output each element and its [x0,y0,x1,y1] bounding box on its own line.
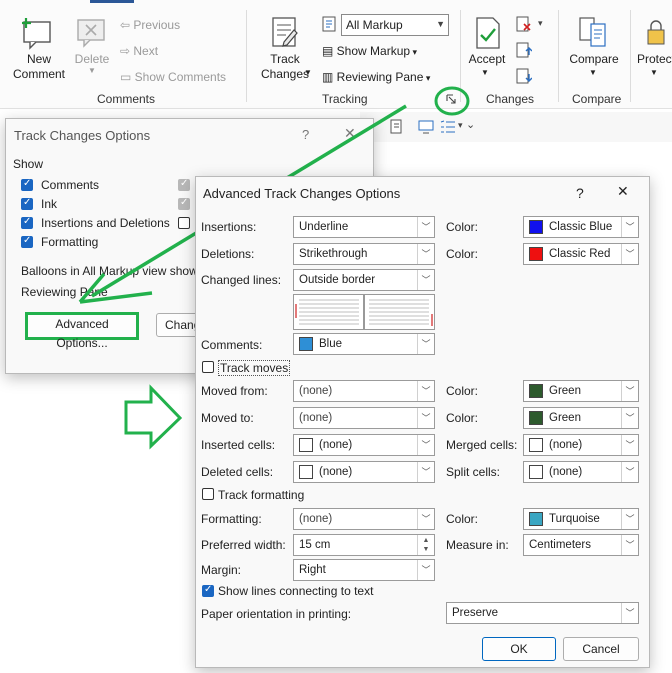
chevron-down-icon: ﹀ [621,435,638,455]
chevron-down-icon: ﹀ [417,435,434,455]
chevron-down-icon: ﹀ [417,560,434,580]
advanced-track-changes-dialog: Advanced Track Changes Options ? ✕ Inser… [195,176,650,668]
measure-in-select[interactable]: Centimeters ﹀ [523,534,639,556]
chevron-down-icon: ﹀ [417,408,434,428]
inserted-cells-label: Inserted cells: [201,438,276,452]
chevron-down-icon: ﹀ [417,381,434,401]
moved-to-color-select[interactable]: Green ﹀ [523,407,639,429]
moved-to-label: Moved to: [201,411,254,425]
close-icon[interactable]: ✕ [617,183,629,200]
show-lines-label: Show lines connecting to text [218,584,374,598]
moved-from-color-label: Color: [446,384,479,398]
color-swatch [529,511,543,526]
chevron-down-icon: ﹀ [621,535,638,555]
track-moves-checkbox[interactable] [202,361,214,373]
color-swatch [529,219,543,234]
moved-to-select[interactable]: (none) ﹀ [293,407,435,429]
spinner-icon[interactable]: ▲ ▼ [417,535,434,555]
chevron-down-icon: ﹀ [417,270,434,290]
cancel-button[interactable]: Cancel [563,637,639,661]
insertions-label: Insertions: [201,220,257,234]
track-formatting-label: Track formatting [218,488,305,502]
insertions-select[interactable]: Underline ﹀ [293,216,435,238]
paper-orientation-select[interactable]: Preserve ﹀ [446,602,639,624]
color-swatch [529,464,543,479]
color-swatch [299,437,313,452]
insertions-color-label: Color: [446,220,479,234]
ok-button[interactable]: OK [482,637,556,661]
track-moves-label: Track moves [218,360,291,376]
show-lines-checkbox[interactable] [202,584,214,597]
chevron-down-icon: ﹀ [621,217,638,237]
merged-cells-select[interactable]: (none) ﹀ [523,434,639,456]
changed-lines-label: Changed lines: [201,273,282,287]
margin-label: Margin: [201,563,242,577]
annotation-circle [434,86,470,116]
formatting-color-label: Color: [446,512,479,526]
comments-color-label: Comments: [201,338,263,352]
chevron-down-icon: ﹀ [417,462,434,482]
track-formatting-checkbox[interactable] [202,488,214,500]
moved-to-color-label: Color: [446,411,479,425]
preferred-width-label: Preferred width: [201,538,286,552]
merged-cells-label: Merged cells: [446,438,518,452]
insertions-color-select[interactable]: Classic Blue ﹀ [523,216,639,238]
chevron-down-icon: ﹀ [621,244,638,264]
deletions-color-label: Color: [446,247,479,261]
chevron-down-icon: ﹀ [621,408,638,428]
formatting-select[interactable]: (none) ﹀ [293,508,435,530]
chevron-down-icon: ﹀ [621,462,638,482]
annotation-block-arrow [124,384,183,450]
deletions-label: Deletions: [201,247,255,261]
dialog-title: Advanced Track Changes Options [203,186,401,201]
chevron-down-icon: ﹀ [621,381,638,401]
margin-select[interactable]: Right ﹀ [293,559,435,581]
color-swatch [299,336,313,351]
chevron-down-icon: ﹀ [417,244,434,264]
color-swatch [529,246,543,261]
split-cells-label: Split cells: [446,465,501,479]
color-swatch [529,437,543,452]
formatting-color-select[interactable]: Turquoise ﹀ [523,508,639,530]
moved-from-select[interactable]: (none) ﹀ [293,380,435,402]
help-button[interactable]: ? [576,185,584,201]
deletions-color-select[interactable]: Classic Red ﹀ [523,243,639,265]
preferred-width-input[interactable]: 15 cm ▲ ▼ [293,534,435,556]
chevron-down-icon: ﹀ [417,217,434,237]
moved-from-color-select[interactable]: Green ﹀ [523,380,639,402]
chevron-down-icon: ﹀ [417,509,434,529]
comments-color-select[interactable]: Blue ﹀ [293,333,435,355]
split-cells-select[interactable]: (none) ﹀ [523,461,639,483]
color-swatch [529,383,543,398]
color-swatch [299,464,313,479]
chevron-down-icon: ﹀ [621,509,638,529]
changed-lines-select[interactable]: Outside border ﹀ [293,269,435,291]
chevron-down-icon: ﹀ [417,334,434,354]
inserted-cells-select[interactable]: (none) ﹀ [293,434,435,456]
deleted-cells-select[interactable]: (none) ﹀ [293,461,435,483]
changed-lines-preview [293,294,435,330]
measure-in-label: Measure in: [446,538,509,552]
chevron-down-icon: ﹀ [621,603,638,623]
deleted-cells-label: Deleted cells: [201,465,274,479]
formatting-label: Formatting: [201,512,262,526]
deletions-select[interactable]: Strikethrough ﹀ [293,243,435,265]
color-swatch [529,410,543,425]
moved-from-label: Moved from: [201,384,268,398]
paper-orientation-label: Paper orientation in printing: [201,607,352,621]
annotation-arrow-head [78,272,153,304]
